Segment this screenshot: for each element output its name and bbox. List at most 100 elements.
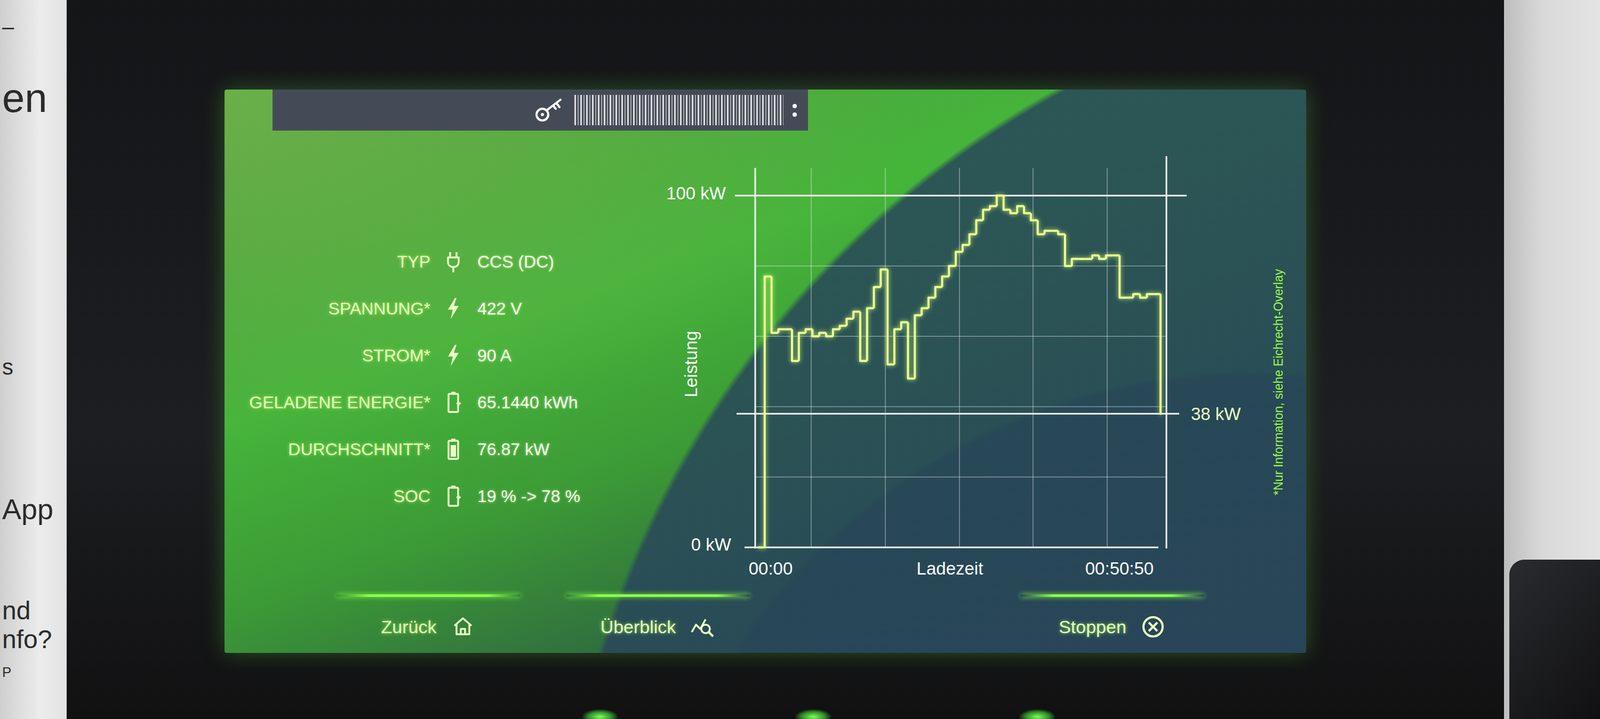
x-axis <box>744 547 1159 549</box>
info-value: 422 V <box>477 299 646 319</box>
button-glow <box>1020 594 1205 598</box>
power-series <box>757 195 1162 548</box>
grid-line <box>810 168 812 548</box>
status-led <box>1018 709 1056 719</box>
power-step <box>894 329 902 365</box>
overview-button[interactable]: Überblick <box>565 594 750 643</box>
info-label: STROM* <box>224 346 431 366</box>
x-start-label: 00:00 <box>748 558 794 579</box>
power-step <box>921 308 929 316</box>
power-step <box>1003 195 1011 210</box>
power-step <box>1146 294 1154 299</box>
home-icon[interactable] <box>450 614 476 640</box>
power-step <box>1160 294 1162 414</box>
power-step <box>969 234 977 246</box>
power-step <box>1078 258 1086 261</box>
sign-text: nfo? <box>2 627 52 653</box>
grid-line <box>958 168 960 548</box>
y-min-label: 0 kW <box>691 534 732 555</box>
battery-charge-icon <box>444 484 463 509</box>
power-step <box>982 209 990 221</box>
plug-icon <box>444 250 463 274</box>
y-axis-title: Leistung <box>681 331 701 398</box>
info-value: 76.87 kW <box>477 440 646 460</box>
grid-line <box>1032 168 1034 548</box>
battery-icon <box>444 437 463 462</box>
sign-text: en <box>2 77 48 119</box>
y-axis <box>754 168 757 549</box>
power-step <box>928 297 936 309</box>
back-button[interactable]: Zurück <box>336 594 521 643</box>
current-power-label: 38 kW <box>1190 404 1242 424</box>
power-step <box>1030 213 1038 221</box>
power-step <box>976 220 983 235</box>
close-circle-icon[interactable] <box>1140 614 1166 640</box>
power-step <box>867 308 875 362</box>
power-step <box>962 244 970 252</box>
info-value: 90 A <box>477 346 646 366</box>
sign-text: nd <box>2 598 31 624</box>
info-label: SPANNUNG* <box>224 299 431 319</box>
status-led <box>581 709 619 719</box>
stop-button[interactable]: Stoppen <box>1020 594 1205 643</box>
info-label: DURCHSCHNITT* <box>224 440 431 460</box>
charger-bezel: TYP CCS (DC) SPANNUNG* 422 V STROM* 90 A GELAD… <box>66 0 1504 719</box>
power-step <box>914 315 922 379</box>
x-axis-title: Ladezeit <box>916 558 984 579</box>
sign-text: App <box>2 494 54 524</box>
current-power-line <box>736 413 1180 415</box>
chart-search-icon[interactable] <box>689 614 716 640</box>
power-step <box>1058 230 1066 235</box>
power-step <box>840 325 847 330</box>
more-icon[interactable] <box>790 99 799 122</box>
info-value: CCS (DC) <box>477 252 646 272</box>
charger-screen: TYP CCS (DC) SPANNUNG* 422 V STROM* 90 A GELAD… <box>224 89 1307 654</box>
sign-text: – <box>2 16 14 38</box>
power-step <box>778 329 786 334</box>
battery-charge-icon <box>444 390 463 415</box>
background-sign: – en s App nd nfo? P <box>0 0 67 719</box>
power-step <box>989 206 997 211</box>
sign-text: s <box>2 356 14 379</box>
info-label: SOC <box>224 486 431 507</box>
bottom-nav: Zurück Überblick Stoppen <box>224 594 1307 643</box>
power-step <box>1024 206 1031 214</box>
sign-text: P <box>2 665 12 680</box>
y-max-label: 100 kW <box>666 183 727 204</box>
power-step <box>942 276 950 288</box>
calibration-note: *Nur Information, siehe Eichrecht-Overla… <box>1271 268 1286 496</box>
wall <box>1504 0 1600 719</box>
status-led <box>794 709 832 719</box>
button-label[interactable]: Überblick <box>600 617 677 638</box>
power-step <box>874 287 882 309</box>
power-chart: 100 kW 0 kW 38 kW Leistung 00:00 Ladezeit 00:5… <box>645 153 1302 586</box>
power-step <box>935 287 943 299</box>
x-end-label: 00:50:50 <box>1085 558 1154 579</box>
session-id-code <box>574 94 784 126</box>
charging-info: TYP CCS (DC) SPANNUNG* 422 V STROM* 90 A GELAD… <box>224 153 646 586</box>
info-value: 19 % -> 78 % <box>477 486 646 507</box>
grid-line <box>1106 168 1108 548</box>
max-line <box>734 195 1187 197</box>
button-label[interactable]: Zurück <box>381 617 437 638</box>
key-icon <box>533 96 567 125</box>
info-label: TYP <box>224 252 431 272</box>
button-glow <box>336 594 521 598</box>
info-value: 65.1440 kWh <box>477 393 646 413</box>
current-icon <box>444 344 463 368</box>
power-step <box>1044 230 1052 235</box>
power-step <box>1106 255 1114 260</box>
button-label[interactable]: Stoppen <box>1058 617 1127 638</box>
power-step <box>955 252 963 267</box>
power-step <box>1119 255 1127 298</box>
grid-line <box>884 168 886 548</box>
power-step <box>846 318 854 326</box>
info-label: GELADENE ENERGIE* <box>224 393 431 413</box>
grid-line <box>755 265 1167 267</box>
voltage-icon <box>444 297 463 321</box>
grid-line <box>755 476 1167 478</box>
id-bar <box>272 89 808 131</box>
power-step <box>833 329 840 337</box>
power-step <box>1072 259 1079 267</box>
card-reader <box>1509 560 1600 719</box>
